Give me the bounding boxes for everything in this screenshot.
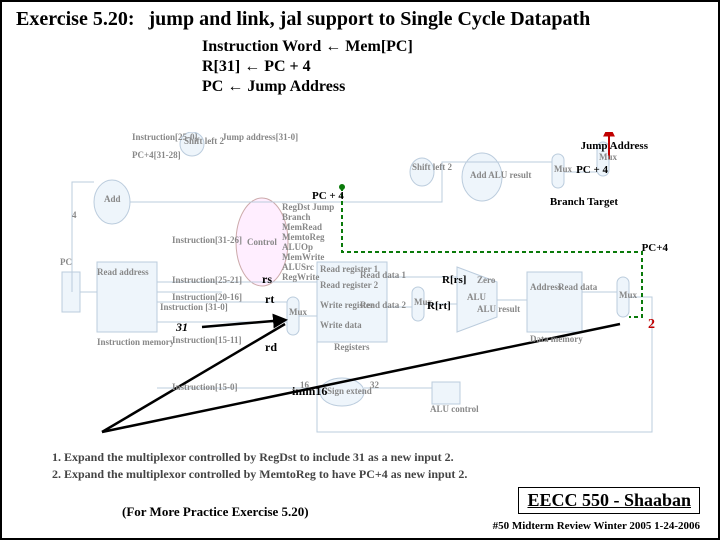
label-pc4-right: PC+4 xyxy=(642,242,668,254)
label-shiftleft2b: Shift left 2 xyxy=(412,162,452,172)
label-memtoreg: MemtoReg xyxy=(282,232,324,242)
arrow-icon: ← xyxy=(325,38,341,55)
label-datamem: Data memory xyxy=(530,334,583,344)
rtl-line2b: PC + 4 xyxy=(260,58,310,75)
label-jaddr31-0: Jump address[31-0] xyxy=(222,132,298,142)
rtl-line1b: Mem[PC] xyxy=(341,38,413,55)
label-aluop: ALUOp xyxy=(282,242,313,252)
practice-note: (For More Practice Exercise 5.20) xyxy=(122,504,309,520)
label-jump-address: Jump Address xyxy=(581,140,648,152)
label-addalu: Add ALU result xyxy=(470,170,531,180)
mod-1: 1. Expand the multiplexor controlled by … xyxy=(52,450,467,465)
label-instr15-11: Instruction[15-11] xyxy=(172,335,242,345)
label-alu: ALU xyxy=(467,292,486,302)
label-const31: 31 xyxy=(176,320,188,335)
label-address: Address xyxy=(530,282,561,292)
label-instrmem: Instruction memory xyxy=(97,337,174,347)
label-aluresult: ALU result xyxy=(477,304,520,314)
label-readdata1: Read data 1 xyxy=(360,270,406,280)
label-alucontrol: ALU control xyxy=(430,404,479,414)
label-Rrs: R[rs] xyxy=(442,274,466,286)
label-shiftleft2: Shift left 2 xyxy=(184,136,224,146)
label-pc4-node: PC + 4 xyxy=(312,190,344,202)
rtl-block: Instruction Word ← Mem[PC] R[31] ← PC + … xyxy=(202,37,718,97)
label-branch-target: Branch Target xyxy=(550,196,618,208)
label-add: Add xyxy=(104,194,121,204)
modification-list: 1. Expand the multiplexor controlled by … xyxy=(52,450,467,484)
label-instr15-0: Instruction[15-0] xyxy=(172,382,238,392)
label-instr25-21: Instruction[25-21] xyxy=(172,275,242,285)
label-imm16: imm16 xyxy=(292,384,327,399)
label-pc4-top: PC + 4 xyxy=(576,164,608,176)
label-memwrite: MemWrite xyxy=(282,252,324,262)
rtl-line3b: Jump Address xyxy=(243,78,345,95)
slide-title: jump and link, jal support to Single Cyc… xyxy=(149,8,591,31)
label-instr31-26: Instruction[31-26] xyxy=(172,235,242,245)
label-branch: Branch xyxy=(282,212,311,222)
label-mux3: Mux xyxy=(619,290,637,300)
label-signext: Sign extend xyxy=(327,386,372,396)
label-regwrite: RegWrite xyxy=(282,272,319,282)
arrow-icon: ← xyxy=(244,58,260,75)
label-readdata2: Read data 2 xyxy=(360,300,406,310)
label-rd: rd xyxy=(265,340,277,355)
label-mux-input-2a: 2 xyxy=(648,317,655,333)
label-mux5: Mux xyxy=(599,152,617,162)
rtl-line3a: PC xyxy=(202,78,227,95)
arrow-icon: ← xyxy=(227,78,243,95)
footer-meta: #50 Midterm Review Winter 2005 1-24-2006 xyxy=(493,520,700,532)
label-readaddr: Read address xyxy=(97,267,149,277)
mod-2: 2. Expand the multiplexor controlled by … xyxy=(52,467,467,482)
label-readreg2: Read register 2 xyxy=(320,280,378,290)
label-control: Control xyxy=(247,237,277,247)
label-four: 4 xyxy=(72,210,77,220)
label-pc: PC xyxy=(60,257,72,267)
label-readdata: Read data xyxy=(558,282,597,292)
label-rs: rs xyxy=(262,272,272,287)
label-alusrc: ALUSrc xyxy=(282,262,314,272)
label-Rrt: R[rt] xyxy=(427,300,451,312)
label-instr31-0: Instruction [31-0] xyxy=(160,302,228,312)
label-writedata: Write data xyxy=(320,320,362,330)
course-footer: EECC 550 - Shaaban xyxy=(518,487,700,514)
rtl-line1a: Instruction Word xyxy=(202,38,325,55)
datapath-diagram: PC Read address Instruction memory Instr… xyxy=(42,132,682,452)
label-instr20-16: Instruction[20-16] xyxy=(172,292,242,302)
label-pc4-31-28: PC+4[31-28] xyxy=(132,150,181,160)
label-regs: Registers xyxy=(334,342,370,352)
label-zero: Zero xyxy=(477,275,495,285)
label-32: 32 xyxy=(370,380,379,390)
label-mux4: Mux xyxy=(554,164,572,174)
label-mux1: Mux xyxy=(289,307,307,317)
label-regdst-jump: RegDst Jump xyxy=(282,202,334,212)
label-memread: MemRead xyxy=(282,222,322,232)
exercise-label: Exercise 5.20: xyxy=(16,8,135,31)
label-rt: rt xyxy=(265,292,274,307)
rtl-line2a: R[31] xyxy=(202,58,244,75)
